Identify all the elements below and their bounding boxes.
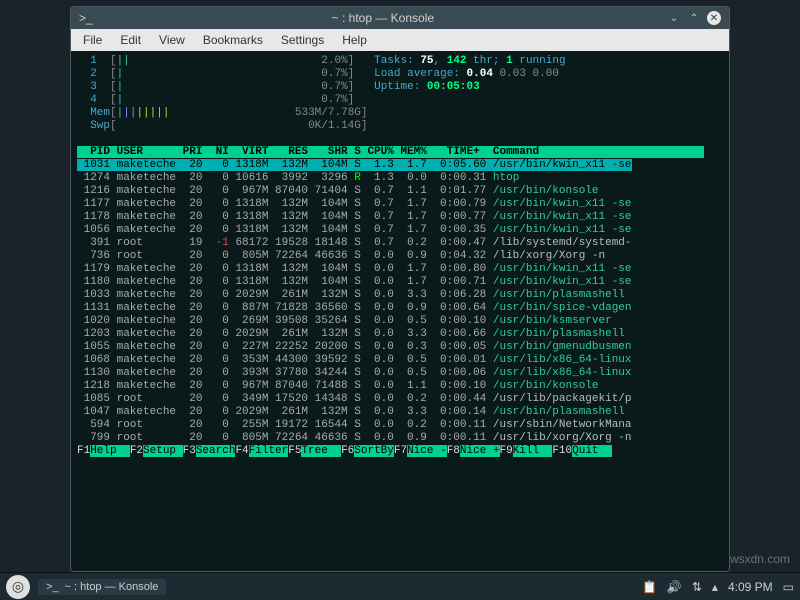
- volume-icon[interactable]: 🔊: [667, 580, 682, 594]
- window-title: ~ : htop — Konsole: [99, 11, 667, 25]
- task-label: ~ : htop — Konsole: [65, 581, 159, 593]
- watermark: wsxdn.com: [730, 552, 790, 566]
- system-tray: 📋 🔊 ⇅ ▴ 4:09 PM ▭: [642, 580, 794, 594]
- menu-settings[interactable]: Settings: [273, 31, 332, 49]
- titlebar[interactable]: >_ ~ : htop — Konsole ⌄ ⌃ ✕: [71, 7, 729, 29]
- start-button[interactable]: ◎: [6, 575, 30, 599]
- menu-view[interactable]: View: [151, 31, 193, 49]
- terminal-icon: >_: [79, 11, 93, 25]
- konsole-window: >_ ~ : htop — Konsole ⌄ ⌃ ✕ File Edit Vi…: [70, 6, 730, 572]
- menu-file[interactable]: File: [75, 31, 110, 49]
- close-button[interactable]: ✕: [707, 11, 721, 25]
- chevron-up-icon[interactable]: ▴: [712, 580, 718, 594]
- menu-help[interactable]: Help: [334, 31, 375, 49]
- menu-edit[interactable]: Edit: [112, 31, 149, 49]
- maximize-button[interactable]: ⌃: [687, 11, 701, 25]
- task-entry-konsole[interactable]: >_ ~ : htop — Konsole: [38, 579, 166, 595]
- menu-bookmarks[interactable]: Bookmarks: [195, 31, 271, 49]
- terminal-icon: >_: [46, 581, 59, 593]
- show-desktop-button[interactable]: ▭: [783, 580, 794, 594]
- minimize-button[interactable]: ⌄: [667, 11, 681, 25]
- menubar: File Edit View Bookmarks Settings Help: [71, 29, 729, 51]
- terminal-output[interactable]: 1 [|| 2.0%] Tasks: 75, 142 thr; 1 runnin…: [71, 51, 729, 571]
- network-icon[interactable]: ⇅: [692, 580, 702, 594]
- taskbar: ◎ >_ ~ : htop — Konsole 📋 🔊 ⇅ ▴ 4:09 PM …: [0, 572, 800, 600]
- clipboard-icon[interactable]: 📋: [642, 580, 657, 594]
- clock[interactable]: 4:09 PM: [728, 580, 773, 594]
